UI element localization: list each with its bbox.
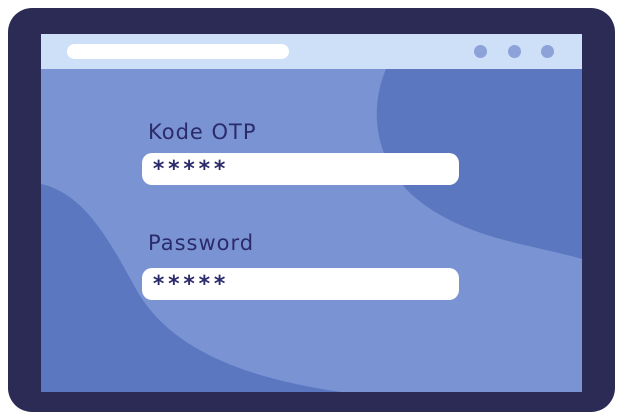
password-input[interactable]: ***** xyxy=(142,268,459,300)
otp-label: Kode OTP xyxy=(148,120,257,144)
window-dot-icon[interactable] xyxy=(541,45,554,58)
background-shapes xyxy=(41,69,582,392)
screen: Kode OTP ***** Password ***** xyxy=(41,34,582,392)
window-dot-icon[interactable] xyxy=(474,45,487,58)
address-bar[interactable] xyxy=(67,44,289,59)
password-label: Password xyxy=(148,231,255,255)
otp-input[interactable]: ***** xyxy=(142,153,459,185)
window-dot-icon[interactable] xyxy=(508,45,521,58)
browser-bar xyxy=(41,34,582,69)
